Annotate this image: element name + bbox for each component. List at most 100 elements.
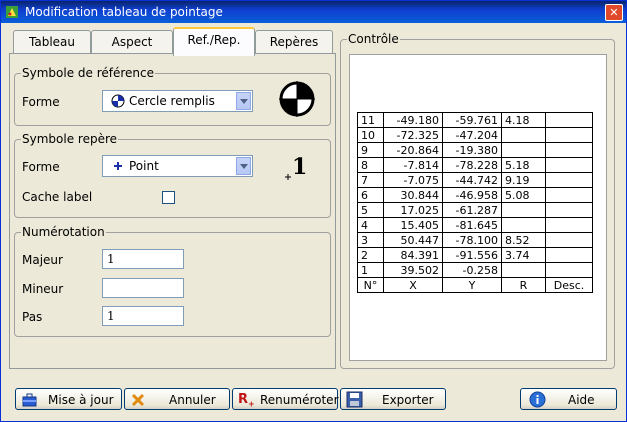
controle-group-label: Contrôle [347, 32, 400, 46]
cache-label-label: Cache label [22, 190, 93, 204]
cancel-icon [131, 393, 145, 407]
filled-circle-icon [111, 94, 125, 108]
cell-r [501, 127, 546, 143]
cell-r: 5.18 [501, 157, 546, 173]
controle-group: Contrôle 11 -49.180 -59.761 4.18 10 -72.325 -4… [340, 32, 615, 369]
tab-reperes[interactable]: Repères [255, 30, 333, 54]
help-button-label: Aide [568, 393, 595, 407]
cell-x: -7.814 [383, 157, 443, 173]
cell-x: -49.180 [383, 112, 443, 128]
cell-y: -81.645 [442, 217, 502, 233]
ref-symbol-preview-icon [279, 81, 315, 117]
cell-y: -0.258 [442, 262, 502, 278]
cell-desc [545, 172, 593, 188]
cell-y: -46.958 [442, 187, 502, 203]
table-row: 9 -20.864 -19.380 [357, 142, 593, 158]
cancel-button-label: Annuler [169, 393, 216, 407]
header-x: X [383, 277, 443, 293]
cell-y: -19.380 [442, 142, 502, 158]
cell-y: -78.100 [442, 232, 502, 248]
tab-tableau[interactable]: Tableau [13, 30, 91, 54]
cell-n: 3 [357, 232, 384, 248]
toolbox-icon [22, 393, 37, 407]
title-bar[interactable]: Modification tableau de pointage ✕ [1, 1, 626, 23]
cell-r: 9.19 [501, 172, 546, 188]
cell-x: 15.405 [383, 217, 443, 233]
update-button-label: Mise à jour [48, 393, 114, 407]
table-row: 3 50.447 -78.100 8.52 [357, 232, 593, 248]
table-row: 10 -72.325 -47.204 [357, 127, 593, 143]
cancel-button[interactable]: Annuler [124, 388, 230, 410]
cell-y: -78.228 [442, 157, 502, 173]
cell-n: 9 [357, 142, 384, 158]
close-button[interactable]: ✕ [605, 4, 623, 21]
cell-n: 11 [357, 112, 384, 128]
table-row: 5 17.025 -61.287 [357, 202, 593, 218]
cell-n: 6 [357, 187, 384, 203]
renumber-button-label: Renuméroter [260, 393, 339, 407]
mineur-input[interactable] [102, 278, 184, 298]
pas-label: Pas [22, 310, 43, 324]
tab-aspect[interactable]: Aspect [91, 30, 173, 54]
cell-y: -91.556 [442, 247, 502, 263]
cell-desc [545, 217, 593, 233]
cell-r [501, 202, 546, 218]
rep-forme-select[interactable]: Point [102, 155, 253, 177]
cell-x: 84.391 [383, 247, 443, 263]
cell-n: 4 [357, 217, 384, 233]
cell-x: -7.075 [383, 172, 443, 188]
update-button[interactable]: Mise à jour [15, 388, 122, 410]
table-row: 8 -7.814 -78.228 5.18 [357, 157, 593, 173]
cell-y: -47.204 [442, 127, 502, 143]
cell-x: 39.502 [383, 262, 443, 278]
tab-panel: Symbole de référence Forme Cercle rempli… [9, 53, 336, 369]
cell-r: 5.08 [501, 187, 546, 203]
cell-n: 2 [357, 247, 384, 263]
app-icon [6, 6, 18, 18]
tab-ref-rep[interactable]: Ref./Rep. [173, 27, 255, 56]
chevron-down-icon[interactable] [236, 157, 251, 175]
plus-icon [114, 162, 122, 170]
cell-x: 50.447 [383, 232, 443, 248]
renumber-button[interactable]: R+ Renuméroter [232, 388, 339, 410]
majeur-label: Majeur [22, 253, 63, 267]
rep-forme-label: Forme [22, 160, 60, 174]
rep-symbol-group-label: Symbole repère [21, 132, 119, 146]
rep-forme-value: Point [129, 159, 159, 173]
cell-n: 1 [357, 262, 384, 278]
cell-desc [545, 187, 593, 203]
cell-n: 5 [357, 202, 384, 218]
table-row: 2 84.391 -91.556 3.74 [357, 247, 593, 263]
ref-symbol-group: Symbole de référence Forme Cercle rempli… [14, 66, 331, 126]
export-button-label: Exporter [382, 393, 434, 407]
rep-symbol-group: Symbole repère Forme Point 1 Cache label [14, 132, 331, 218]
cell-desc [545, 232, 593, 248]
export-button[interactable]: Exporter [340, 388, 446, 410]
cell-x: -20.864 [383, 142, 443, 158]
cell-r: 8.52 [501, 232, 546, 248]
ref-forme-select[interactable]: Cercle remplis [102, 90, 253, 112]
majeur-input[interactable] [102, 249, 184, 269]
cell-r: 3.74 [501, 247, 546, 263]
table-row: 6 30.844 -46.958 5.08 [357, 187, 593, 203]
cache-label-checkbox[interactable] [162, 191, 175, 204]
ref-forme-label: Forme [22, 95, 60, 109]
cell-x: 17.025 [383, 202, 443, 218]
cell-r [501, 262, 546, 278]
point-preview-label: 1 [292, 154, 308, 180]
cell-r [501, 142, 546, 158]
chevron-down-icon[interactable] [236, 92, 251, 110]
cell-x: 30.844 [383, 187, 443, 203]
help-button[interactable]: Aide [520, 388, 617, 410]
cell-r [501, 217, 546, 233]
numerotation-group: Numérotation Majeur Mineur Pas [14, 225, 331, 337]
cell-desc [545, 202, 593, 218]
cell-n: 7 [357, 172, 384, 188]
window-title: Modification tableau de pointage [25, 5, 223, 19]
pas-input[interactable] [102, 306, 184, 326]
table-row: 7 -7.075 -44.742 9.19 [357, 172, 593, 188]
ref-forme-value: Cercle remplis [129, 94, 215, 108]
points-table: 11 -49.180 -59.761 4.18 10 -72.325 -47.204 9 -20… [357, 112, 593, 293]
header-n: N° [357, 277, 384, 293]
cell-x: -72.325 [383, 127, 443, 143]
